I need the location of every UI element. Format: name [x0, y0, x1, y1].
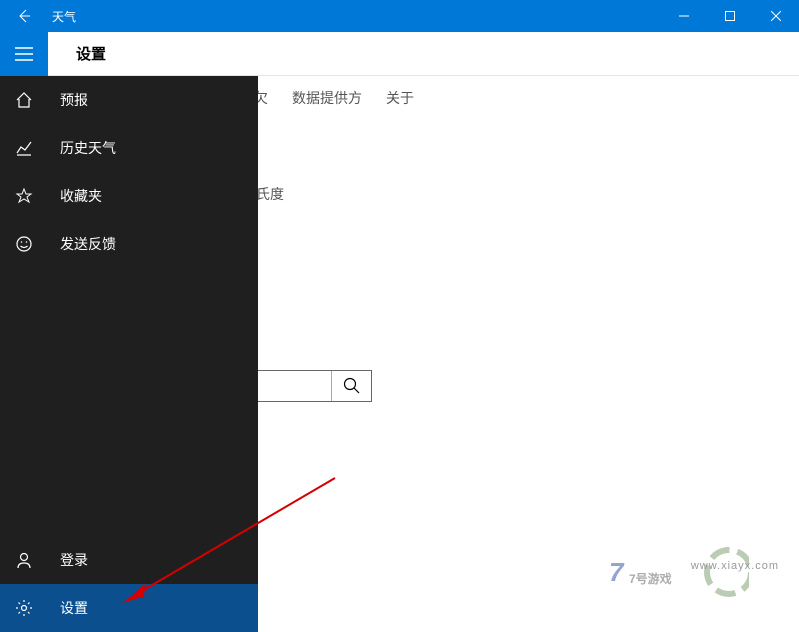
sidebar-item-favorites[interactable]: 收藏夹 [0, 172, 258, 220]
sidebar-item-label: 预报 [60, 90, 88, 110]
sidebar-top-group: 预报 历史天气 收藏夹 发送反馈 [0, 76, 258, 536]
sidebar-item-signin[interactable]: 登录 [0, 536, 258, 584]
hamburger-button[interactable] [0, 32, 48, 76]
sidebar-item-forecast[interactable]: 预报 [0, 76, 258, 124]
search-button[interactable] [331, 371, 371, 401]
sidebar-item-history[interactable]: 历史天气 [0, 124, 258, 172]
page-title: 设置 [48, 43, 106, 64]
sidebar-item-label: 登录 [60, 550, 88, 570]
subheader: 设置 [0, 32, 799, 76]
tab-data-provider[interactable]: 数据提供方 [292, 88, 362, 108]
tab-about[interactable]: 关于 [386, 88, 414, 108]
sidebar-item-feedback[interactable]: 发送反馈 [0, 220, 258, 268]
app-title: 天气 [48, 8, 661, 25]
sidebar-item-label: 设置 [60, 598, 88, 618]
minimize-button[interactable] [661, 0, 707, 32]
sidebar-item-settings[interactable]: 设置 [0, 584, 258, 632]
sidebar-item-label: 历史天气 [60, 138, 116, 158]
hamburger-icon [15, 47, 33, 61]
close-icon [771, 11, 781, 21]
smile-icon [14, 234, 34, 254]
sidebar-item-label: 发送反馈 [60, 234, 116, 254]
chart-icon [14, 138, 34, 158]
temperature-unit-label-partial: 氏度 [256, 184, 284, 204]
search-icon [343, 377, 361, 395]
titlebar: 天气 [0, 0, 799, 32]
home-icon [14, 90, 34, 110]
minimize-icon [679, 11, 689, 21]
window-controls [661, 0, 799, 32]
close-button[interactable] [753, 0, 799, 32]
maximize-button[interactable] [707, 0, 753, 32]
person-icon [14, 550, 34, 570]
back-arrow-icon [16, 8, 32, 24]
watermark-url: www.xiayx.com [691, 560, 779, 572]
navigation-sidebar: 预报 历史天气 收藏夹 发送反馈 登录 [0, 76, 258, 632]
sidebar-item-label: 收藏夹 [60, 186, 102, 206]
sidebar-bottom-group: 登录 设置 [0, 536, 258, 632]
back-button[interactable] [0, 0, 48, 32]
star-icon [14, 186, 34, 206]
gear-icon [14, 598, 34, 618]
watermark-logo: 7 7号游戏 [639, 542, 789, 602]
maximize-icon [725, 11, 735, 21]
